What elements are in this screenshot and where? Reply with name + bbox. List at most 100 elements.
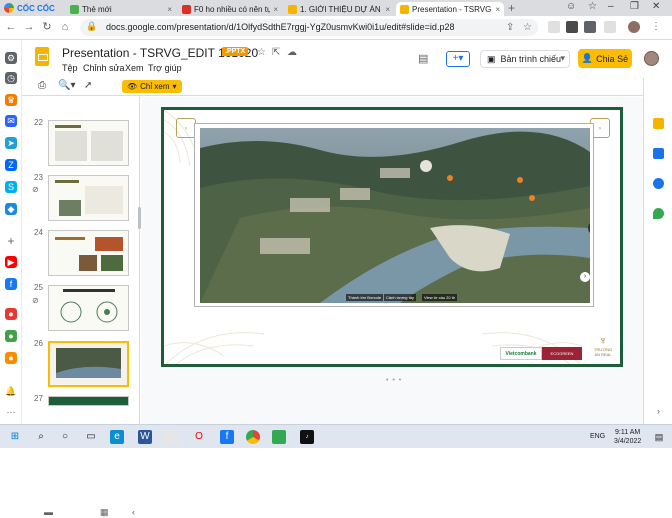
game-icon[interactable]: ◆ [5,203,17,215]
slide-thumbnail[interactable] [48,396,129,406]
notes-splitter[interactable]: • • • [386,377,402,384]
present-button[interactable]: ▣ Bản trình chiếu ▾ [480,50,570,68]
slide-thumbnail-selected[interactable] [48,341,129,387]
slide-thumbnail[interactable] [48,120,129,166]
tasks-icon[interactable] [653,148,664,159]
slide[interactable]: ♆ ♆ Thành lớn Bonode Cảnh tượng tây View… [161,107,623,367]
next-image-icon[interactable]: › [580,272,590,282]
filmstrip-view-icon[interactable]: ▬ [44,507,53,517]
move-icon[interactable]: ⇱ [272,47,280,58]
youtube-icon[interactable]: ▶ [5,256,17,268]
view-mode-button[interactable]: 👁 Chỉ xem ▾ [122,80,182,93]
tab-new[interactable]: Thẻ mới × [66,2,176,16]
menu-file[interactable]: Tệp [62,63,78,73]
shop-icon[interactable]: ● [5,308,17,320]
maps-icon[interactable] [653,208,664,219]
slide-thumbnail[interactable] [48,285,129,331]
slide-thumbnail[interactable] [48,230,129,276]
address-bar[interactable]: 🔒 docs.google.com/presentation/d/1OlfydS… [80,19,538,36]
tab-project-intro[interactable]: 1. GIỚI THIỆU DỰ ÁN × [284,2,394,16]
history-icon[interactable]: ◷ [5,72,17,84]
search-icon[interactable]: ⌕ [34,430,48,444]
menu-edit[interactable]: Chỉnh sửa [83,63,125,73]
clock[interactable]: 9:11 AM 3/4/2022 [614,428,641,446]
bell-icon[interactable]: 🔔 [5,385,17,397]
facebook-icon[interactable]: f [220,430,234,444]
lock-icon[interactable]: 🔒 [86,21,97,32]
skype-icon[interactable]: S [5,181,17,193]
close-window-icon[interactable]: ✕ [652,1,660,12]
menu-view[interactable]: Xem [125,63,144,73]
shield-icon[interactable] [566,21,578,33]
keep-icon[interactable] [653,118,664,129]
extension-icon[interactable]: ● [5,330,17,342]
windows-start-icon[interactable]: ⊞ [8,430,22,444]
menu-icon[interactable]: ⋮ [650,21,662,33]
close-icon[interactable]: × [273,5,278,14]
coccoc-icon[interactable] [272,430,286,444]
grid-view-icon[interactable]: ▦ [100,507,109,518]
cursor-icon[interactable]: ➚ [84,80,92,91]
share-button[interactable]: 👤 Chia Sẻ [578,49,632,68]
file-explorer-icon[interactable] [164,430,178,444]
close-icon[interactable]: × [495,5,500,14]
pause-icon[interactable]: ‖ [588,223,590,233]
contacts-icon[interactable] [653,178,664,189]
expand-panel-icon[interactable]: › [653,406,664,417]
brand-name: TRƯỜNG AN REAL [593,347,613,357]
tab-presentation[interactable]: Presentation - TSRVG × [396,2,504,16]
extension-icon[interactable] [548,21,560,33]
notification-icon[interactable]: ▤ [652,430,666,444]
minimize-icon[interactable]: – [608,1,614,12]
back-icon[interactable]: ← [4,20,18,34]
star-icon[interactable]: ☆ [523,22,532,33]
slide-thumbnail[interactable] [48,175,129,221]
telegram-icon[interactable]: ➤ [5,137,17,149]
url-text[interactable]: docs.google.com/presentation/d/1OlfydSdt… [106,22,454,32]
task-view-icon[interactable]: ▭ [84,430,98,444]
extension-icon[interactable] [604,21,616,33]
tab-news[interactable]: F0 ho nhiều có nên tự × [178,2,282,16]
chevron-down-icon[interactable]: ▾ [560,53,565,64]
cortana-icon[interactable]: ○ [58,430,72,444]
star-icon[interactable]: ☆ [257,47,266,58]
messenger-icon[interactable]: ✉ [5,115,17,127]
user-icon[interactable]: ☺ [566,1,576,12]
language-indicator[interactable]: ENG [590,433,605,440]
zoom-icon[interactable]: 🔍▾ [58,80,75,91]
more-icon[interactable]: ⋯ [5,406,17,418]
menu-help[interactable]: Trợ giúp [148,63,182,73]
word-icon[interactable]: W [138,430,152,444]
avatar[interactable] [644,51,659,66]
facebook-icon[interactable]: f [5,278,17,290]
edge-icon[interactable]: e [110,430,124,444]
close-icon[interactable]: × [385,5,390,14]
crown-icon[interactable]: ♛ [5,94,17,106]
comment-icon[interactable]: ▤ [418,52,428,65]
chrome-icon[interactable] [246,430,260,444]
settings-icon[interactable]: ⚙ [5,52,17,64]
share-page-icon[interactable]: ⇪ [506,22,514,33]
print-icon[interactable]: ⎙ [38,80,46,91]
new-tab-button[interactable]: + [508,1,515,15]
profile-avatar[interactable] [628,21,640,33]
zalo-icon[interactable]: Z [5,159,17,171]
close-icon[interactable]: × [167,5,172,14]
bookmark-icon[interactable]: ☆ [588,1,597,12]
tiktok-icon[interactable]: ♪ [300,430,314,444]
add-meet-icon[interactable]: +▾ [446,51,470,67]
forward-icon[interactable]: → [22,20,36,34]
opera-icon[interactable]: O [192,430,206,444]
reload-icon[interactable]: ↻ [40,20,54,34]
download-icon[interactable] [584,21,596,33]
home-icon[interactable]: ⌂ [58,20,72,34]
collapse-panel-icon[interactable]: ‹ [132,507,135,517]
thumbnail-photo-slide [55,237,123,271]
slides-logo-icon[interactable] [35,47,49,66]
add-icon[interactable]: + [5,235,17,247]
cloud-status-icon[interactable]: ☁ [287,47,297,58]
browser-logo[interactable]: CỐC CỐC [4,2,55,14]
extension-icon[interactable]: ● [5,352,17,364]
maximize-icon[interactable]: ❐ [630,1,639,12]
palm-leaf-decoration [164,332,264,364]
